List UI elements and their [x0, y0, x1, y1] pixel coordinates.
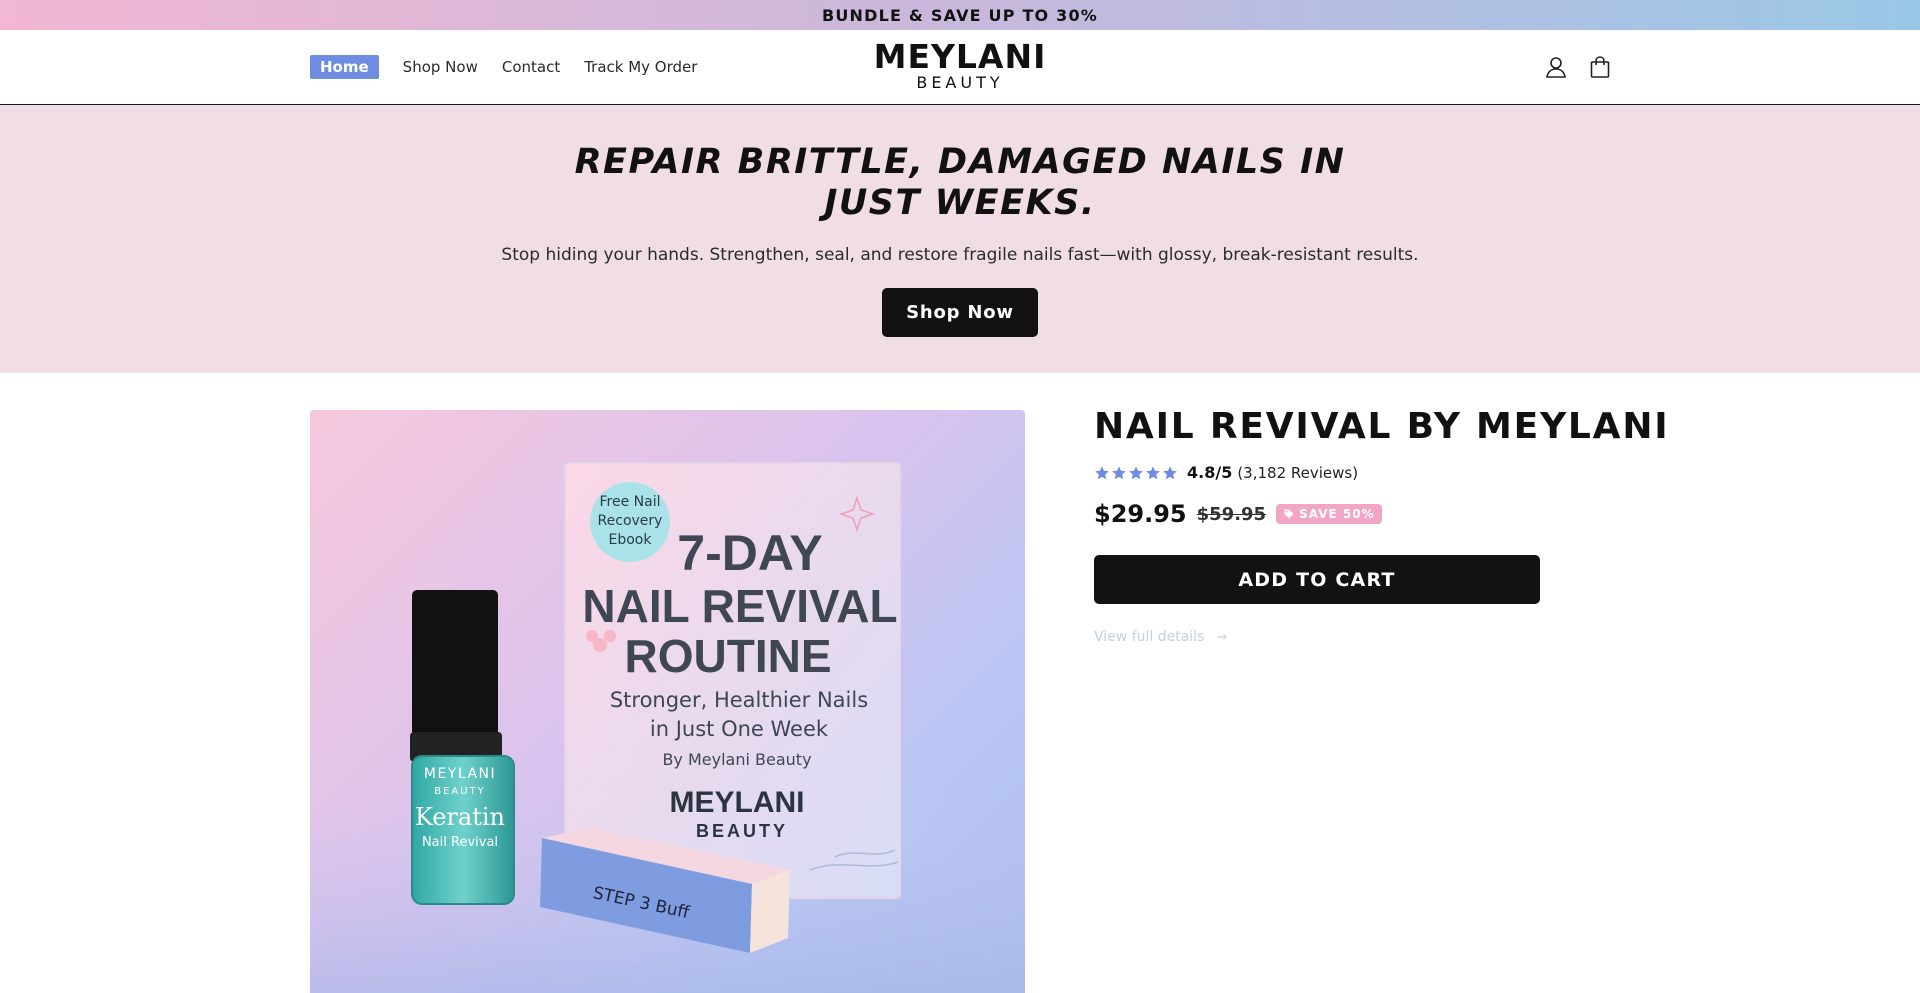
- bottle-product-sub: Nail Revival: [422, 835, 498, 850]
- star-icon: [1112, 465, 1126, 479]
- rating-score: 4.8/5: [1187, 463, 1233, 482]
- star-icon: [1163, 465, 1177, 479]
- book-title-line-3: ROUTINE: [625, 630, 832, 682]
- star-icon: [1129, 465, 1143, 479]
- brand-logo[interactable]: MEYLANI BEAUTY: [860, 40, 1060, 92]
- arrow-right-icon: →: [1216, 629, 1228, 645]
- add-to-cart-button[interactable]: ADD TO CART: [1094, 555, 1540, 604]
- rating-stars: [1094, 465, 1179, 481]
- save-badge-label: SAVE 50%: [1299, 507, 1375, 521]
- main-nav: Home Shop Now Contact Track My Order: [310, 55, 721, 79]
- rating-count: (3,182 Reviews): [1237, 463, 1359, 482]
- nav-item-home[interactable]: Home: [310, 55, 379, 79]
- hero-shop-now-button[interactable]: Shop Now: [882, 288, 1038, 337]
- nav-item-track-my-order[interactable]: Track My Order: [584, 58, 697, 76]
- book-title-line-2: NAIL REVIVAL: [582, 580, 897, 632]
- site-header: Home Shop Now Contact Track My Order MEY…: [0, 30, 1920, 105]
- hero-title: REPAIR BRITTLE, DAMAGED NAILS IN JUST WE…: [574, 142, 1346, 223]
- badge-line-2: Recovery: [598, 513, 663, 529]
- hero-subtitle: Stop hiding your hands. Strengthen, seal…: [501, 245, 1419, 265]
- view-full-details-link[interactable]: View full details →: [1094, 629, 1227, 645]
- book-subtitle-line-2: in Just One Week: [650, 717, 829, 741]
- star-icon: [1146, 465, 1160, 479]
- sale-price: $29.95: [1094, 500, 1187, 528]
- view-details-label: View full details: [1094, 629, 1205, 645]
- bottle-brand-main: MEYLANI: [424, 766, 496, 782]
- product-title: NAIL REVIVAL BY MEYLANI: [1094, 406, 1670, 447]
- logo-main-text: MEYLANI: [873, 37, 1047, 76]
- product-rating[interactable]: 4.8/5 (3,182 Reviews): [1094, 463, 1358, 482]
- nav-item-shop-now[interactable]: Shop Now: [403, 58, 478, 76]
- shopping-bag-icon[interactable]: [1587, 54, 1613, 80]
- nav-item-contact[interactable]: Contact: [502, 58, 560, 76]
- book-subtitle-line-1: Stronger, Healthier Nails: [610, 688, 868, 712]
- nail-polish-bottle: MEYLANI BEAUTY Keratin Nail Revival: [410, 590, 515, 905]
- book-author: By Meylani Beauty: [662, 750, 811, 769]
- product-illustration: Free Nail Recovery Ebook 7-DAY NAIL REVI…: [310, 462, 1025, 993]
- hero-banner: REPAIR BRITTLE, DAMAGED NAILS IN JUST WE…: [0, 105, 1920, 373]
- logo-sub-text: BEAUTY: [916, 73, 1004, 92]
- star-icon: [1095, 465, 1109, 479]
- bottle-product-main: Keratin: [415, 803, 505, 831]
- badge-line-3: Ebook: [609, 532, 653, 548]
- book-brand-sub: BEAUTY: [696, 821, 788, 841]
- badge-line-1: Free Nail: [600, 494, 661, 510]
- product-image[interactable]: Free Nail Recovery Ebook 7-DAY NAIL REVI…: [310, 410, 1025, 993]
- bottle-brand-sub: BEAUTY: [434, 786, 486, 797]
- account-icon[interactable]: [1543, 54, 1569, 80]
- compare-at-price: $59.95: [1196, 503, 1267, 525]
- ebook-cover: Free Nail Recovery Ebook 7-DAY NAIL REVI…: [564, 462, 901, 899]
- save-badge: SAVE 50%: [1276, 504, 1382, 524]
- book-title-line-1: 7-DAY: [677, 525, 822, 581]
- price-row: $29.95 $59.95 SAVE 50%: [1094, 500, 1382, 528]
- book-brand-main: MEYLANI: [670, 786, 805, 819]
- announcement-bar: BUNDLE & SAVE UP TO 30%: [0, 0, 1920, 30]
- announcement-text: BUNDLE & SAVE UP TO 30%: [821, 5, 1099, 25]
- tag-icon: [1284, 509, 1294, 519]
